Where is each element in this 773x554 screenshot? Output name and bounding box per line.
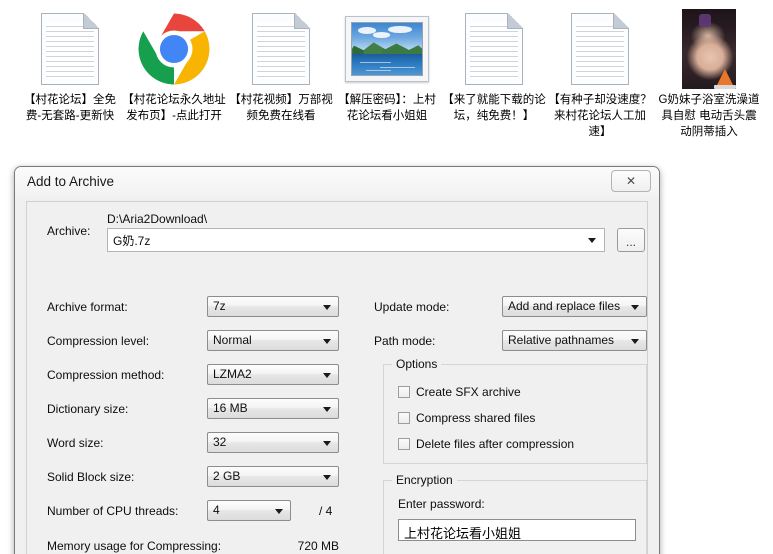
desktop-icon-6[interactable]: G奶妹子浴室洗澡道具自慰 电动舌头震动阴蒂插入 <box>655 6 763 140</box>
compression-method-combo[interactable]: LZMA2 <box>207 364 339 385</box>
chevron-down-icon[interactable] <box>323 305 331 310</box>
chevron-down-icon[interactable] <box>323 441 331 446</box>
solid-block-size-value: 2 GB <box>213 469 240 483</box>
browse-button[interactable]: ... <box>617 228 645 252</box>
video-file-icon <box>655 6 763 92</box>
compress-shared-files-checkbox[interactable]: Compress shared files <box>398 411 535 425</box>
encryption-group-title: Encryption <box>392 473 457 487</box>
desktop-icon-label: 【来了就能下载的论坛，纯免费！】 <box>440 92 548 124</box>
encryption-group: Encryption Enter password: 上村花论坛看小姐姐 <box>383 480 647 554</box>
compress-shared-files-label: Compress shared files <box>416 411 535 425</box>
dictionary-size-combo[interactable]: 16 MB <box>207 398 339 419</box>
archive-name-value: G奶.7z <box>113 232 150 249</box>
update-mode-label: Update mode: <box>374 300 449 314</box>
delete-files-after-compression-checkbox[interactable]: Delete files after compression <box>398 437 574 451</box>
chevron-down-icon[interactable] <box>323 475 331 480</box>
cpu-threads-combo[interactable]: 4 <box>207 500 291 521</box>
cpu-threads-value: 4 <box>213 503 220 517</box>
create-sfx-archive-label: Create SFX archive <box>416 385 521 399</box>
chevron-down-icon[interactable] <box>631 305 639 310</box>
chevron-down-icon[interactable] <box>323 339 331 344</box>
desktop-icon-label: 【村花论坛】全免费-无套路-更新快 <box>16 92 124 124</box>
desktop-icon-2[interactable]: 【村花视频】万部视频免费在线看 <box>227 6 335 124</box>
text-document-icon <box>227 6 335 92</box>
compression-level-label: Compression level: <box>47 334 149 348</box>
chevron-down-icon[interactable] <box>631 339 639 344</box>
path-mode-combo[interactable]: Relative pathnames <box>502 330 647 351</box>
add-to-archive-dialog: Add to Archive ✕ Archive: D:\Aria2Downlo… <box>14 166 660 554</box>
memory-compress-value: 720 MB <box>227 539 339 553</box>
compression-method-label: Compression method: <box>47 368 164 382</box>
desktop-area: 【村花论坛】全免费-无套路-更新快 【村花论坛永久地址发布 <box>0 0 773 165</box>
desktop-icon-label: 【村花视频】万部视频免费在线看 <box>227 92 335 124</box>
options-group-title: Options <box>392 357 441 371</box>
desktop-icon-label: 【村花论坛永久地址发布页】-点此打开 <box>120 92 228 124</box>
desktop-icon-label: 【有种子却没速度？来村花论坛人工加速】 <box>546 92 654 140</box>
memory-compress-label: Memory usage for Compressing: <box>47 539 221 553</box>
word-size-value: 32 <box>213 435 226 449</box>
checkbox-icon[interactable] <box>398 412 410 424</box>
chevron-down-icon[interactable] <box>275 509 283 514</box>
text-document-icon <box>440 6 548 92</box>
cpu-threads-label: Number of CPU threads: <box>47 504 178 518</box>
desktop-icon-label: G奶妹子浴室洗澡道具自慰 电动舌头震动阴蒂插入 <box>655 92 763 140</box>
options-group: Options Create SFX archive Compress shar… <box>383 364 647 464</box>
compression-method-value: LZMA2 <box>213 367 252 381</box>
dialog-body-panel: Archive: D:\Aria2Download\ G奶.7z ... Arc… <box>26 201 648 554</box>
path-mode-value: Relative pathnames <box>508 333 614 347</box>
compression-level-value: Normal <box>213 333 252 347</box>
archive-name-input[interactable]: G奶.7z <box>107 228 605 252</box>
chrome-logo-svg <box>137 12 211 86</box>
update-mode-combo[interactable]: Add and replace files <box>502 296 647 317</box>
desktop-icon-5[interactable]: 【有种子却没速度？来村花论坛人工加速】 <box>546 6 654 140</box>
screen: 【村花论坛】全免费-无套路-更新快 【村花论坛永久地址发布 <box>0 0 773 554</box>
chevron-down-icon[interactable] <box>323 407 331 412</box>
checkbox-icon[interactable] <box>398 386 410 398</box>
word-size-label: Word size: <box>47 436 103 450</box>
solid-block-size-combo[interactable]: 2 GB <box>207 466 339 487</box>
enter-password-label: Enter password: <box>398 497 485 511</box>
dictionary-size-label: Dictionary size: <box>47 402 128 416</box>
dialog-titlebar[interactable]: Add to Archive ✕ <box>15 167 659 197</box>
cpu-threads-total: / 4 <box>319 504 332 518</box>
dialog-title: Add to Archive <box>27 174 114 189</box>
word-size-combo[interactable]: 32 <box>207 432 339 453</box>
close-icon[interactable]: ✕ <box>611 170 651 192</box>
archive-folder-path: D:\Aria2Download\ <box>107 212 207 226</box>
desktop-icon-1[interactable]: 【村花论坛永久地址发布页】-点此打开 <box>120 6 228 124</box>
archive-format-combo[interactable]: 7z <box>207 296 339 317</box>
create-sfx-archive-checkbox[interactable]: Create SFX archive <box>398 385 521 399</box>
archive-label: Archive: <box>47 224 90 238</box>
chevron-down-icon[interactable] <box>588 238 596 243</box>
desktop-icon-3[interactable]: 【解压密码】：上村花论坛看小姐姐 <box>333 6 441 124</box>
password-value: 上村花论坛看小姐姐 <box>404 523 521 542</box>
archive-format-value: 7z <box>213 299 226 313</box>
archive-format-label: Archive format: <box>47 300 128 314</box>
password-input[interactable]: 上村花论坛看小姐姐 <box>398 519 636 541</box>
text-document-icon <box>546 6 654 92</box>
desktop-icon-4[interactable]: 【来了就能下载的论坛，纯免费！】 <box>440 6 548 124</box>
text-document-icon <box>16 6 124 92</box>
checkbox-icon[interactable] <box>398 438 410 450</box>
chrome-browser-icon <box>120 6 228 92</box>
compression-level-combo[interactable]: Normal <box>207 330 339 351</box>
picture-file-icon <box>333 6 441 92</box>
delete-files-after-compression-label: Delete files after compression <box>416 437 574 451</box>
solid-block-size-label: Solid Block size: <box>47 470 134 484</box>
chevron-down-icon[interactable] <box>323 373 331 378</box>
update-mode-value: Add and replace files <box>508 299 620 313</box>
desktop-icon-0[interactable]: 【村花论坛】全免费-无套路-更新快 <box>16 6 124 124</box>
dictionary-size-value: 16 MB <box>213 401 248 415</box>
desktop-icon-label: 【解压密码】：上村花论坛看小姐姐 <box>333 92 441 124</box>
path-mode-label: Path mode: <box>374 334 435 348</box>
